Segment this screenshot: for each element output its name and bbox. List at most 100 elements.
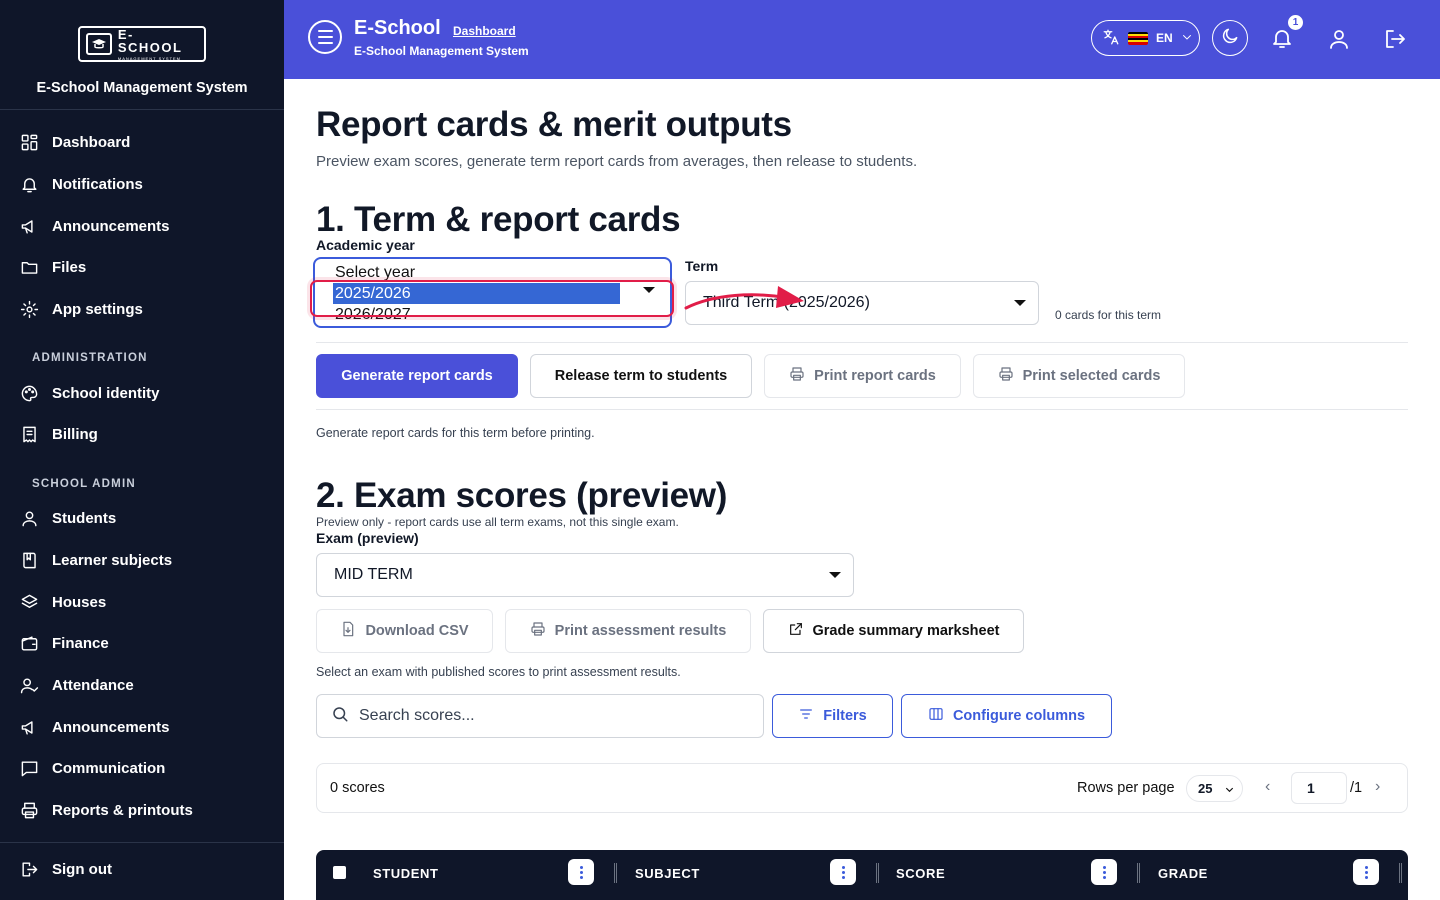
printer-icon (998, 366, 1014, 386)
main-content: Report cards & merit outputs Preview exa… (284, 79, 1440, 900)
assessment-hint: Select an exam with published scores to … (316, 665, 681, 679)
print-assessment-button[interactable]: Print assessment results (505, 609, 751, 653)
layers-icon (20, 593, 39, 612)
column-resize-handle[interactable] (614, 863, 617, 883)
chevron-down-icon (1014, 300, 1026, 306)
external-link-icon (788, 621, 804, 641)
sidebar-item-files[interactable]: Files (0, 247, 284, 289)
search-scores-field[interactable] (316, 694, 764, 738)
scores-count: 0 scores (330, 780, 385, 796)
button-label: Print selected cards (1022, 368, 1161, 384)
sidebar-nav: Dashboard Notifications Announcements Fi… (0, 110, 284, 831)
sidebar-item-houses[interactable]: Houses (0, 581, 284, 623)
section-exam-title: 2. Exam scores (preview) (316, 476, 728, 515)
sidebar-item-school-identity[interactable]: School identity (0, 372, 284, 414)
next-page-icon[interactable]: › (1375, 778, 1380, 796)
column-header-student[interactable]: STUDENT (373, 866, 439, 881)
sidebar-item-label: Reports & printouts (52, 801, 193, 819)
year-option-selected[interactable]: 2025/2026 (333, 283, 620, 304)
rows-per-page-select[interactable]: 25 (1186, 775, 1243, 802)
filters-button[interactable]: Filters (772, 694, 893, 738)
sidebar-item-announcements[interactable]: Announcements (0, 205, 284, 247)
folder-icon (20, 258, 39, 277)
book-icon (20, 551, 39, 570)
button-label: Grade summary marksheet (812, 623, 1000, 639)
scores-table-header: STUDENT SUBJECT SCORE GRADE (316, 850, 1408, 900)
sign-out-button[interactable]: Sign out (0, 843, 284, 895)
term-label: Term (685, 258, 719, 274)
profile-icon[interactable] (1327, 27, 1351, 56)
sidebar-item-learner-subjects[interactable]: Learner subjects (0, 540, 284, 582)
sidebar-item-communication[interactable]: Communication (0, 748, 284, 790)
bell-icon (20, 175, 39, 194)
button-label: Filters (823, 708, 867, 724)
filter-icon (798, 706, 814, 726)
breadcrumb-dashboard[interactable]: Dashboard (453, 24, 516, 38)
wallet-icon (20, 634, 39, 653)
configure-columns-button[interactable]: Configure columns (901, 694, 1112, 738)
button-label: Generate report cards (341, 368, 493, 384)
sidebar-item-app-settings[interactable]: App settings (0, 289, 284, 331)
logo-text: E-SCHOOL (117, 26, 183, 55)
download-csv-button[interactable]: Download CSV (316, 609, 493, 653)
theme-toggle-button[interactable] (1212, 20, 1248, 56)
search-icon (331, 705, 349, 728)
message-icon (20, 759, 39, 778)
receipt-icon (20, 425, 39, 444)
sidebar-item-label: Announcements (52, 217, 170, 235)
sign-out-icon (20, 860, 39, 879)
sidebar-item-label: Students (52, 510, 117, 528)
columns-icon (928, 706, 944, 726)
print-report-cards-button[interactable]: Print report cards (764, 354, 961, 398)
notifications-bell-icon[interactable] (1270, 26, 1294, 55)
page-number-value: 1 (1307, 780, 1315, 796)
sidebar-item-finance[interactable]: Finance (0, 623, 284, 665)
year-option[interactable]: Select year (315, 262, 670, 283)
button-label: Print report cards (814, 368, 936, 384)
column-resize-handle[interactable] (1399, 863, 1402, 883)
column-header-score[interactable]: SCORE (896, 866, 945, 881)
print-selected-cards-button[interactable]: Print selected cards (973, 354, 1185, 398)
search-input[interactable] (359, 707, 739, 725)
rows-per-page-value: 25 (1198, 781, 1213, 796)
academic-year-select[interactable]: Select year 2025/2026 2026/2027 (313, 257, 672, 328)
sidebar-item-label: Files (52, 259, 87, 277)
column-header-grade[interactable]: GRADE (1158, 866, 1208, 881)
preview-note: Preview only - report cards use all term… (316, 515, 679, 529)
column-resize-handle[interactable] (876, 863, 879, 883)
exam-select-value: MID TERM (334, 566, 413, 583)
column-menu-icon[interactable] (1091, 859, 1117, 885)
exam-select[interactable]: MID TERM (316, 553, 854, 597)
year-option[interactable]: 2026/2027 (315, 304, 670, 325)
sidebar-item-reports[interactable]: Reports & printouts (0, 790, 284, 832)
column-menu-icon[interactable] (830, 859, 856, 885)
sidebar-item-announcements-school[interactable]: Announcements (0, 706, 284, 748)
sidebar-item-dashboard[interactable]: Dashboard (0, 122, 284, 164)
generate-report-cards-button[interactable]: Generate report cards (316, 354, 518, 398)
language-selector[interactable]: EN (1091, 20, 1200, 56)
sidebar-item-label: Notifications (52, 176, 143, 194)
sidebar-item-attendance[interactable]: Attendance (0, 665, 284, 707)
logout-icon[interactable] (1383, 27, 1407, 56)
previous-page-icon[interactable]: ‹ (1265, 778, 1270, 796)
grade-summary-button[interactable]: Grade summary marksheet (763, 609, 1024, 653)
megaphone-icon (20, 718, 39, 737)
chevron-down-icon (1225, 787, 1234, 793)
download-file-icon (340, 621, 356, 641)
sidebar-item-billing[interactable]: Billing (0, 414, 284, 456)
page-number-input[interactable]: 1 (1291, 772, 1347, 804)
section-term-title: 1. Term & report cards (316, 200, 681, 239)
chevron-down-icon (1181, 31, 1193, 46)
user-icon (20, 509, 39, 528)
column-menu-icon[interactable] (568, 859, 594, 885)
column-menu-icon[interactable] (1353, 859, 1379, 885)
column-header-subject[interactable]: SUBJECT (635, 866, 700, 881)
sidebar-item-notifications[interactable]: Notifications (0, 164, 284, 206)
release-term-button[interactable]: Release term to students (530, 354, 752, 398)
select-all-checkbox[interactable] (333, 866, 346, 879)
printer-icon (20, 801, 39, 820)
annotation-arrow-icon (684, 286, 804, 310)
sidebar-item-students[interactable]: Students (0, 498, 284, 540)
column-resize-handle[interactable] (1137, 863, 1140, 883)
menu-toggle-button[interactable] (308, 20, 342, 54)
